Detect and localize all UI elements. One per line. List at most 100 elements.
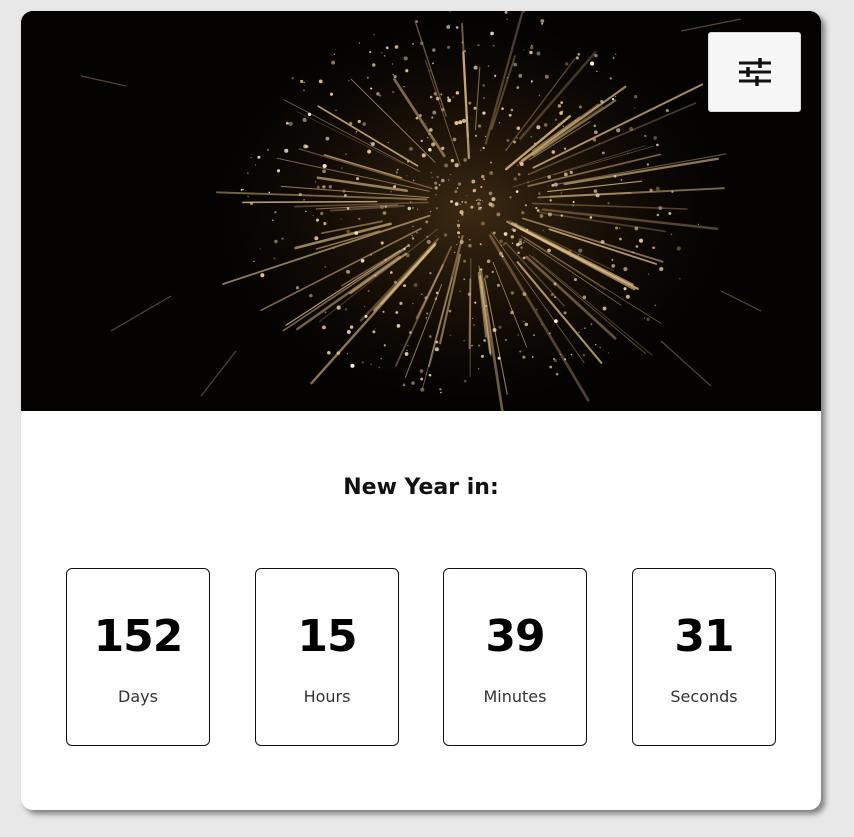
spark-point	[303, 81, 305, 84]
spark-point	[458, 236, 460, 238]
spark-point	[563, 172, 568, 177]
countdown-boxes: 152 Days 15 Hours 39 Minutes 31 Seconds	[66, 568, 776, 746]
settings-button[interactable]	[708, 32, 801, 112]
spark-point	[593, 189, 598, 193]
spark-point	[315, 218, 320, 222]
spark-point	[454, 190, 458, 194]
spark-point	[432, 110, 437, 115]
spark-point	[329, 92, 334, 96]
spark-point	[435, 193, 437, 196]
spark-point	[335, 109, 337, 112]
spark-point	[554, 296, 556, 298]
spark-point	[346, 229, 350, 234]
spark-point	[342, 189, 346, 193]
sliders-icon	[738, 58, 771, 86]
spark-point	[530, 136, 532, 138]
spark-point	[522, 256, 526, 260]
spark-point	[506, 139, 510, 142]
spark-point	[318, 79, 323, 84]
spark-point	[515, 190, 519, 193]
spark-point	[590, 323, 593, 326]
fireworks-illustration	[21, 11, 821, 411]
spark-point	[456, 223, 461, 228]
spark-point	[484, 135, 487, 137]
spark-point	[697, 223, 699, 225]
spark-point	[638, 238, 644, 243]
spark-point	[322, 325, 326, 330]
spark-point	[623, 267, 628, 272]
spark-point	[324, 266, 327, 268]
spark-point	[517, 173, 521, 176]
spark-point	[539, 214, 544, 218]
spark-point	[577, 52, 581, 56]
spark-point	[557, 104, 562, 108]
spark-point	[558, 123, 560, 125]
spark-point	[378, 366, 381, 369]
spark-point	[615, 226, 619, 230]
spark-point	[382, 211, 387, 215]
spark-point	[324, 311, 327, 314]
spark-point	[653, 136, 657, 140]
spark-point	[336, 351, 341, 355]
spark-point	[395, 171, 398, 174]
spark-point	[362, 122, 366, 126]
spark-point	[403, 247, 406, 250]
spark-point	[432, 62, 434, 65]
spark-point	[429, 210, 432, 213]
spark-point	[393, 280, 397, 284]
spark-point	[470, 205, 474, 209]
seconds-value: 31	[674, 611, 734, 662]
spark-point	[391, 63, 394, 65]
spark-point	[454, 202, 459, 206]
spark-point	[322, 169, 326, 174]
spark-point	[497, 356, 501, 360]
spark-point	[553, 358, 557, 363]
spark-point	[472, 317, 474, 320]
spark-point	[479, 199, 482, 201]
spark-point	[412, 42, 414, 45]
spark-point	[522, 292, 527, 296]
spark-point	[533, 142, 537, 145]
spark-point	[477, 198, 480, 201]
spark-point	[544, 74, 549, 79]
spark-point	[426, 239, 431, 245]
spark-point	[593, 130, 598, 135]
spark-point	[478, 344, 481, 347]
spark-point	[367, 149, 372, 154]
spark-point	[483, 339, 486, 342]
countdown-card: New Year in: 152 Days 15 Hours 39 Minute…	[21, 11, 821, 810]
spark-point	[349, 121, 353, 125]
seconds-label: Seconds	[670, 687, 738, 706]
spark-point	[551, 184, 555, 187]
spark-point	[372, 63, 376, 67]
spark-point	[420, 387, 425, 392]
spark-point	[472, 188, 477, 193]
spark-point	[479, 149, 482, 152]
spark-point	[511, 228, 515, 231]
spark-point	[366, 76, 369, 79]
hours-label: Hours	[303, 687, 351, 706]
spark-point	[584, 327, 586, 330]
spark-point	[467, 292, 472, 296]
spark-point	[406, 349, 408, 352]
spark-point	[422, 256, 425, 259]
spark-point	[491, 197, 496, 202]
spark-point	[601, 151, 605, 155]
spark-point	[435, 291, 439, 295]
spark-point	[403, 284, 406, 288]
spark-point	[649, 188, 653, 192]
spark-point	[524, 204, 527, 207]
spark-point	[253, 260, 255, 263]
spark-point	[380, 241, 384, 245]
spark-point	[485, 304, 488, 307]
spark-point	[369, 51, 372, 54]
spark-point	[415, 231, 419, 234]
spark-point	[390, 191, 392, 193]
spark-point	[349, 325, 354, 329]
spark-point	[578, 331, 580, 334]
spark-point	[564, 358, 567, 361]
spark-point	[487, 65, 490, 67]
spark-point	[440, 391, 442, 394]
spark-point	[327, 350, 331, 355]
spark-point	[477, 201, 481, 206]
